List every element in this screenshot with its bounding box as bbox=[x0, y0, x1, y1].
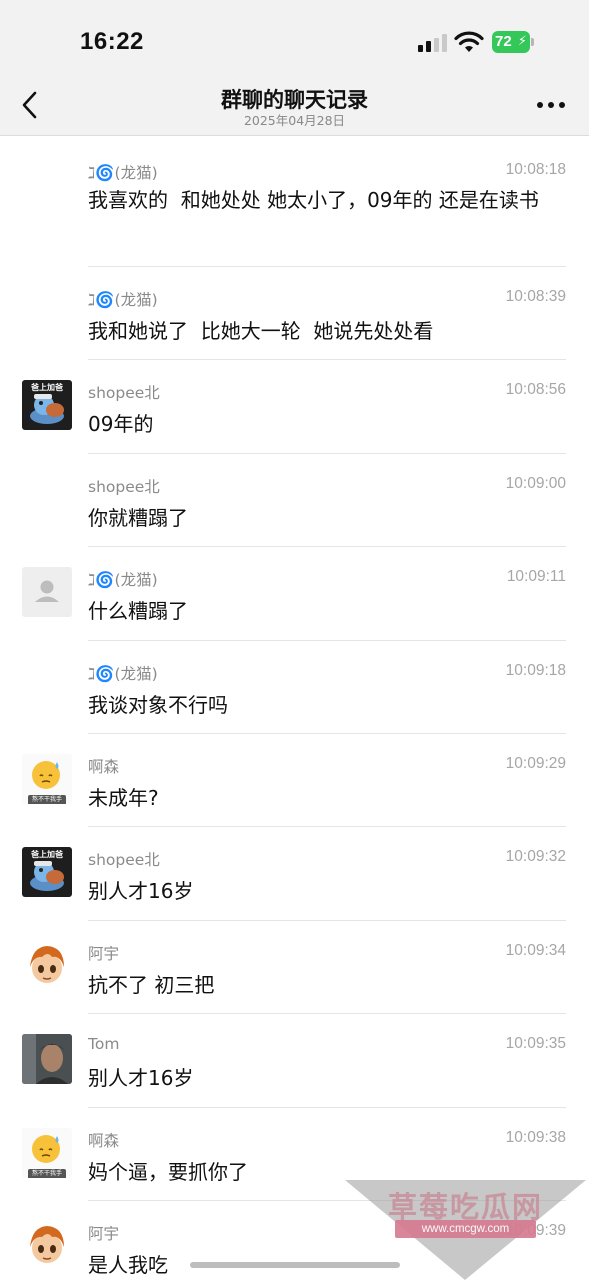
message-sender: ℷ🌀(龙猫) bbox=[88, 664, 158, 683]
wifi-icon bbox=[454, 31, 484, 52]
message-sender: ℷ🌀(龙猫) bbox=[88, 291, 158, 309]
message-time: 10:09:35 bbox=[505, 1035, 566, 1053]
message-time: 10:09:11 bbox=[506, 568, 566, 586]
cellular-signal-icon bbox=[418, 34, 448, 52]
chat-message: 爸上加爸 shopee北 10:09:32 别人才16岁 bbox=[0, 827, 589, 921]
avatar-caption: 爸上加爸 bbox=[31, 383, 63, 393]
message-text: 我和她说了 比她大一轮 她说先处处看 bbox=[88, 319, 434, 343]
top-bar: 16:22 72 ⚡ 群聊的聊天记录 2025年04月28日 bbox=[0, 0, 589, 136]
message-sender: Tom bbox=[88, 1035, 120, 1054]
photo-avatar[interactable] bbox=[22, 1034, 72, 1085]
message-sender: shopee北 bbox=[88, 477, 160, 496]
anime-avatar[interactable] bbox=[22, 1220, 72, 1271]
watermark-url: www.cmcgw.com bbox=[395, 1220, 536, 1238]
chat-message: 熬不干我手 啊森 10:09:29 未成年? bbox=[0, 734, 589, 828]
message-time: 10:08:39 bbox=[505, 288, 566, 305]
message-sender: 阿宇 bbox=[88, 1224, 120, 1243]
message-time: 10:09:34 bbox=[505, 941, 566, 959]
message-sender: ℷ🌀(龙猫) bbox=[88, 571, 158, 590]
shopee-avatar[interactable]: 爸上加爸 bbox=[22, 380, 72, 431]
status-time: 16:22 bbox=[80, 28, 144, 55]
battery-indicator: 72 ⚡ bbox=[492, 31, 534, 53]
anime-avatar[interactable] bbox=[22, 940, 72, 991]
message-text: 我喜欢的 和她处处 她太小了，09年的 还是在读书 bbox=[88, 188, 539, 212]
chat-message: ℷ🌀(龙猫) 10:09:18 我谈对象不行吗 bbox=[0, 641, 589, 734]
message-sender: shopee北 bbox=[88, 851, 160, 870]
chat-message: ℷ🌀(龙猫) 10:09:11 什么糟蹋了 bbox=[0, 547, 589, 641]
chat-message: shopee北 10:09:00 你就糟蹋了 bbox=[0, 454, 589, 548]
battery-cap bbox=[531, 38, 534, 46]
message-text: 什么糟蹋了 bbox=[88, 599, 188, 624]
emoji-avatar[interactable]: 熬不干我手 bbox=[22, 753, 72, 804]
anime-character-icon bbox=[30, 945, 64, 983]
message-time: 10:08:18 bbox=[505, 161, 566, 178]
message-time: 10:09:18 bbox=[505, 661, 566, 679]
message-time: 10:09:00 bbox=[505, 474, 566, 492]
message-text: 别人才16岁 bbox=[88, 1066, 194, 1091]
message-time: 10:08:56 bbox=[505, 381, 566, 399]
person-placeholder-icon bbox=[35, 580, 59, 603]
chat-message: ℷ🌀(龙猫) 10:08:39 我和她说了 比她大一轮 她说先处处看 bbox=[0, 267, 589, 361]
message-text: 我谈对象不行吗 bbox=[88, 692, 228, 717]
message-text: 未成年? bbox=[88, 785, 159, 810]
message-time: 10:09:29 bbox=[505, 754, 566, 772]
page-subtitle-date: 2025年04月28日 bbox=[243, 113, 346, 128]
message-text: 抗不了 初三把 bbox=[88, 972, 215, 997]
chat-message: Tom 10:09:35 别人才16岁 bbox=[0, 1014, 589, 1108]
message-sender: ℷ🌀(龙猫) bbox=[88, 164, 158, 182]
message-text: 09年的 bbox=[88, 412, 154, 437]
avatar-caption: 爸上加爸 bbox=[31, 850, 63, 860]
more-options-icon[interactable] bbox=[536, 100, 566, 110]
message-text: 你就糟蹋了 bbox=[88, 505, 188, 530]
chat-message: ℷ🌀(龙猫) 10:08:18 我喜欢的 和她处处 她太小了，09年的 还是在读… bbox=[0, 137, 589, 267]
avatar-caption: 熬不干我手 bbox=[31, 1169, 62, 1177]
anime-character-icon bbox=[30, 1225, 64, 1263]
shopee-avatar[interactable]: 爸上加爸 bbox=[22, 847, 72, 898]
default-avatar[interactable] bbox=[22, 567, 72, 618]
message-sender: shopee北 bbox=[88, 384, 160, 403]
chat-message: 阿宇 10:09:34 抗不了 初三把 bbox=[0, 921, 589, 1015]
home-indicator[interactable] bbox=[190, 1262, 400, 1268]
message-sender: 啊森 bbox=[88, 1131, 120, 1150]
message-time: 10:09:32 bbox=[505, 848, 566, 866]
person-photo-icon bbox=[22, 1034, 72, 1085]
message-time: 10:09:38 bbox=[505, 1128, 566, 1146]
message-sender: 阿宇 bbox=[88, 944, 120, 963]
charging-bolt-icon: ⚡ bbox=[517, 34, 527, 49]
message-text: 别人才16岁 bbox=[88, 879, 194, 904]
emoji-avatar[interactable]: 熬不干我手 bbox=[22, 1127, 72, 1178]
message-sender: 啊森 bbox=[88, 757, 120, 776]
chat-message: 爸上加爸 shopee北 10:08:56 09年的 bbox=[0, 360, 589, 454]
chat-record-list[interactable]: ℷ🌀(龙猫) 10:08:18 我喜欢的 和她处处 她太小了，09年的 还是在读… bbox=[0, 137, 589, 1280]
avatar-caption: 熬不干我手 bbox=[31, 795, 62, 803]
